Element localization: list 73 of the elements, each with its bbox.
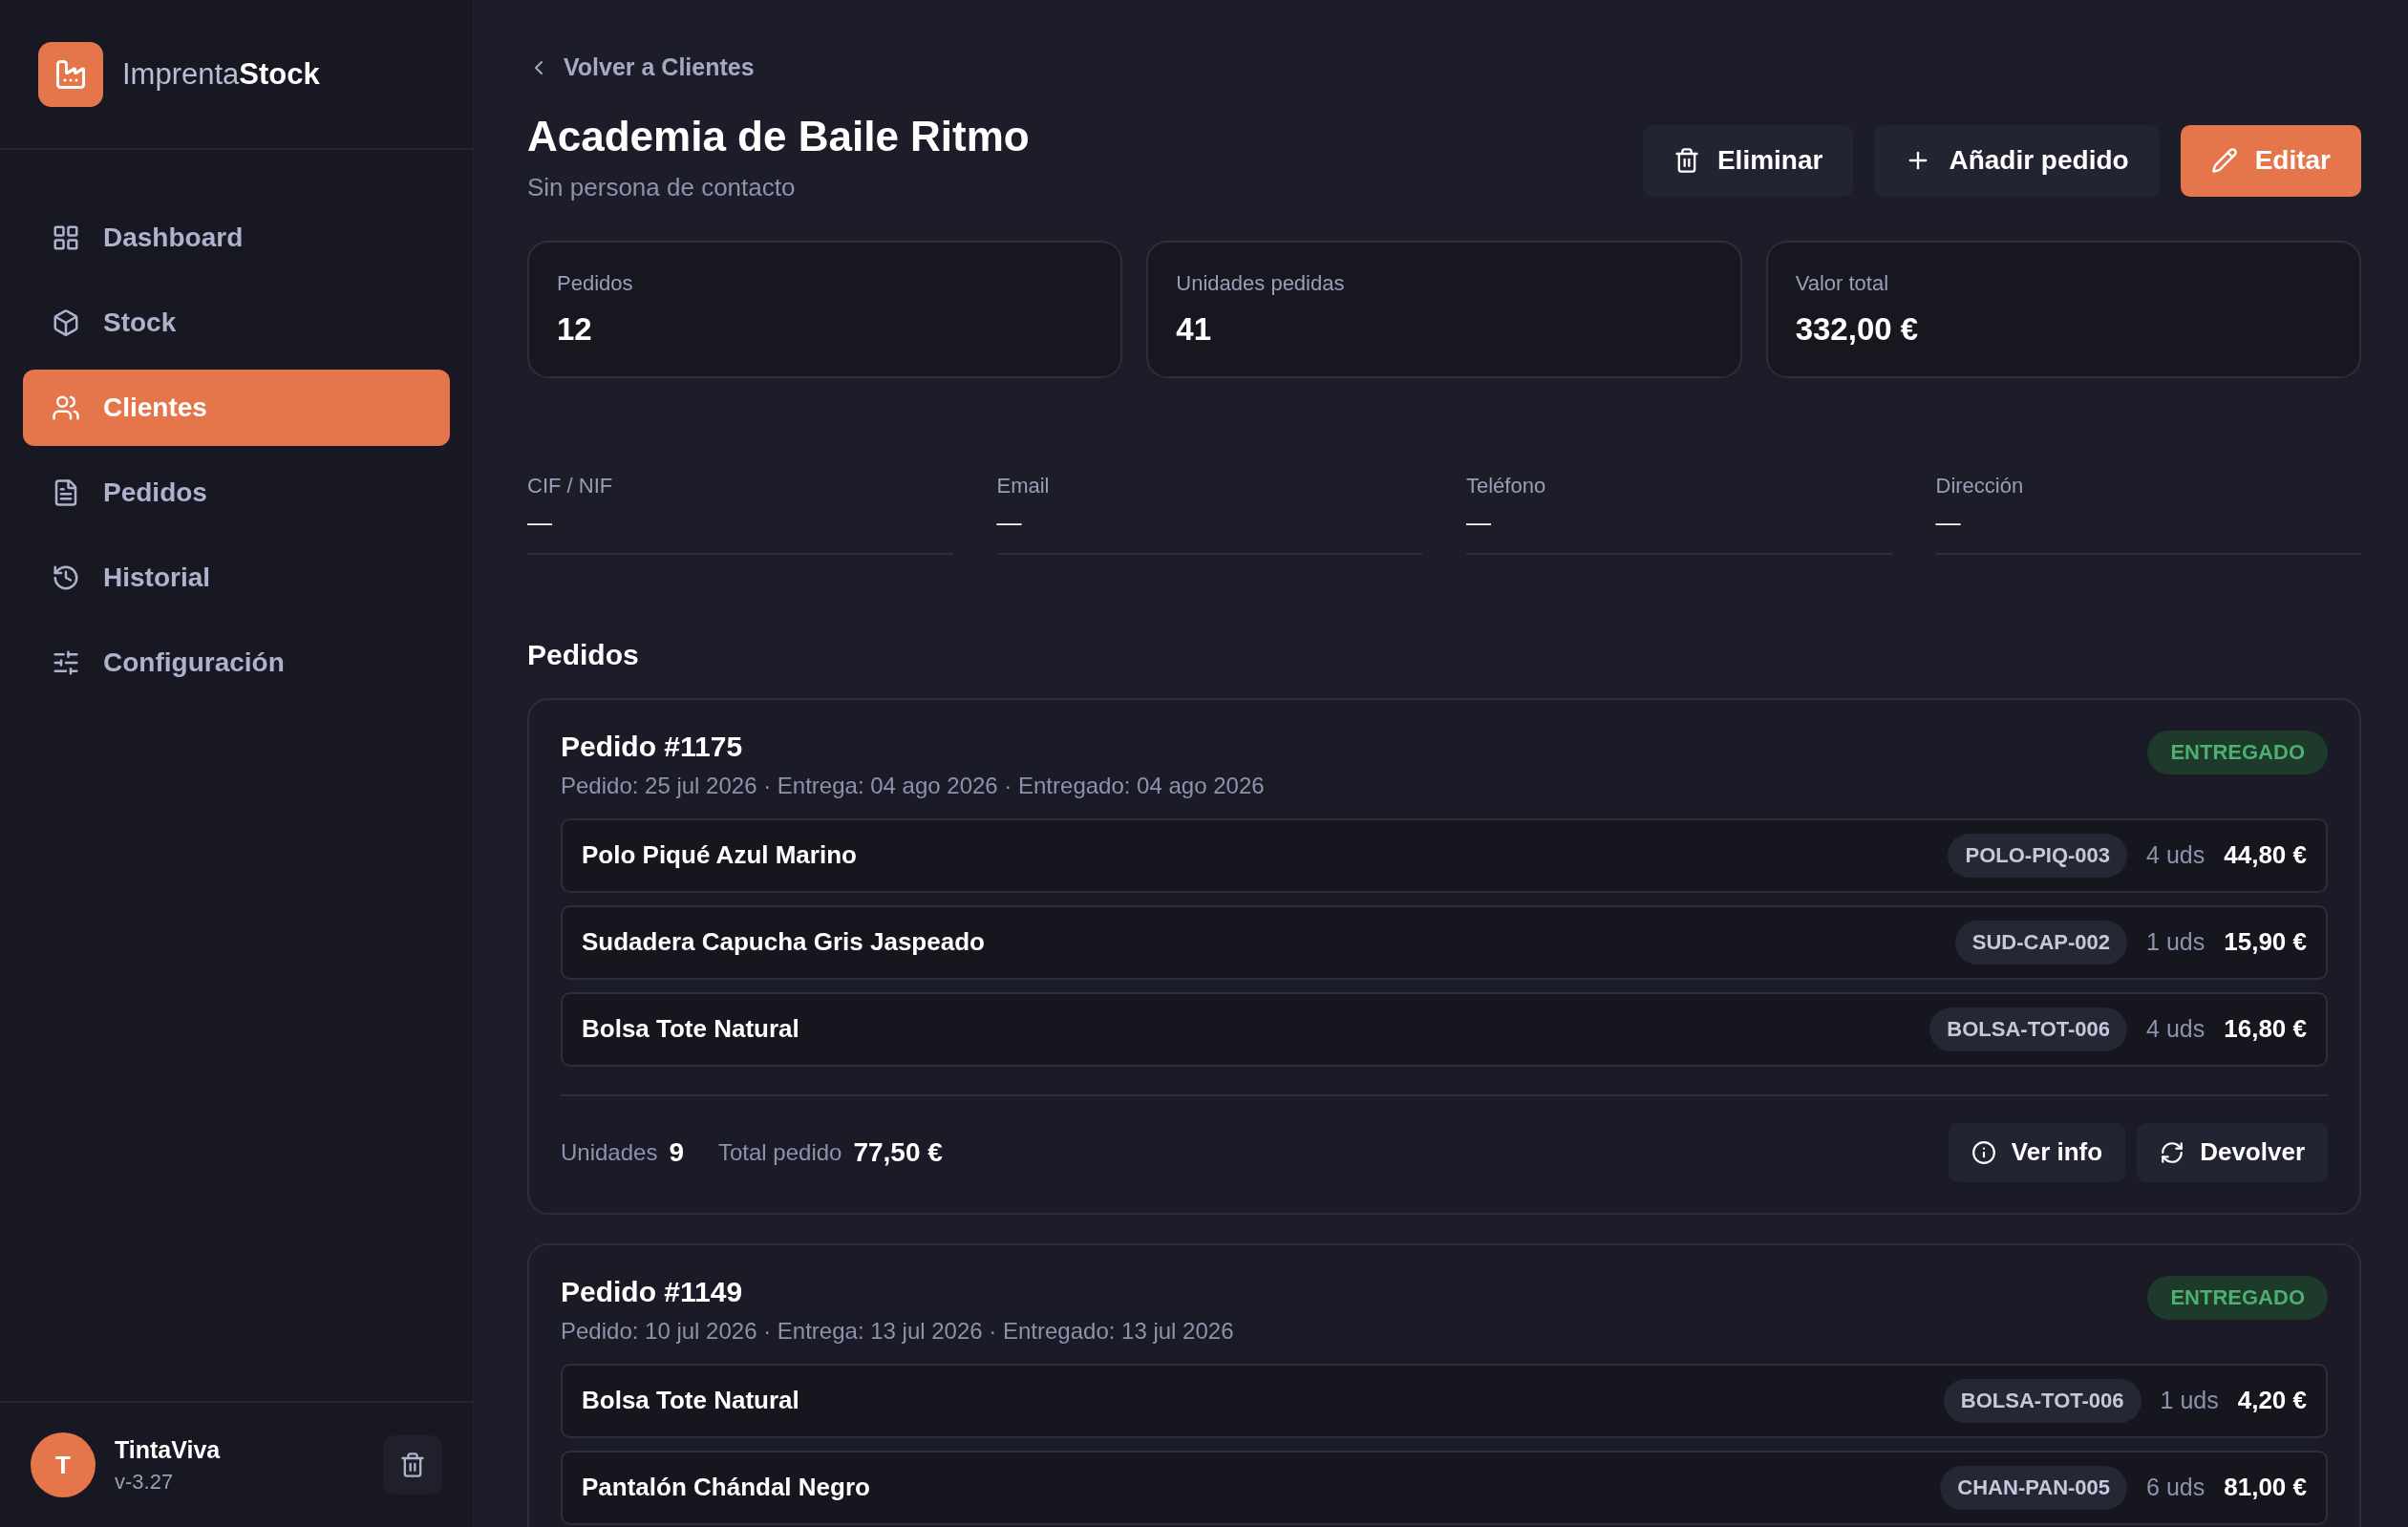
sku-tag: BOLSA-TOT-006 [1929, 1007, 2128, 1051]
pencil-icon [2210, 147, 2238, 174]
field-value: — [1466, 507, 1492, 538]
total-label: Total pedido [718, 1138, 842, 1166]
stat-label: Valor total [1795, 270, 1890, 296]
order-dates: Pedido: 10 jul 2026 · Entrega: 13 jul 2026 · Entregado: 13 jul 2026 [561, 1317, 1234, 1345]
back-link[interactable]: Volver a Clientes [527, 53, 755, 81]
action-button[interactable]: Eliminar [1642, 124, 1854, 197]
product-name: Bolsa Tote Natural [582, 1014, 799, 1044]
stat-label: Unidades pedidas [1176, 270, 1346, 296]
users-icon [52, 393, 80, 422]
sku-tag: POLO-PIQ-003 [1948, 833, 2128, 878]
grid-icon [52, 223, 80, 252]
sidebar-item[interactable]: Stock [23, 285, 450, 361]
line-price: 81,00 € [2224, 1473, 2307, 1502]
contact-person: Sin persona de contacto [527, 172, 797, 202]
field-label: Email [996, 473, 1051, 498]
quantity: 4 uds [2146, 1015, 2206, 1043]
product-name: Sudadera Capucha Gris Jaspeado [582, 927, 985, 957]
app-version: v-3.27 [115, 1469, 175, 1495]
trash-icon [1673, 147, 1700, 174]
sidebar-item[interactable]: Historial [23, 540, 450, 616]
cube-icon [52, 308, 80, 337]
product-name: Pantalón Chándal Negro [582, 1473, 870, 1502]
units-value: 9 [669, 1136, 684, 1168]
field-label: Teléfono [1466, 473, 1547, 498]
quantity: 1 uds [2146, 928, 2206, 956]
quantity: 4 uds [2146, 841, 2206, 869]
info-icon [1971, 1139, 1996, 1165]
sku-tag: CHAN-PAN-005 [1940, 1465, 2128, 1510]
order-action-button[interactable]: Devolver [2137, 1122, 2328, 1182]
line-price: 16,80 € [2224, 1014, 2307, 1044]
line-price: 44,80 € [2224, 840, 2307, 870]
line-price: 15,90 € [2224, 927, 2307, 957]
section-heading: Pedidos [527, 638, 640, 671]
field-label: Dirección [1935, 473, 2025, 498]
action-button[interactable]: Añadir pedido [1874, 124, 2160, 197]
status-badge: ENTREGADO [2147, 730, 2328, 774]
total-value: 77,50 € [853, 1136, 943, 1168]
product-name: Bolsa Tote Natural [582, 1386, 799, 1415]
sku-tag: SUD-CAP-002 [1954, 920, 2128, 965]
status-badge: ENTREGADO [2147, 1275, 2328, 1320]
trash-icon [399, 1452, 426, 1478]
history-icon [52, 563, 80, 592]
order-title: Pedido #1175 [561, 730, 744, 763]
delete-button[interactable] [383, 1435, 442, 1495]
field-value: — [1935, 507, 1962, 538]
field-label: CIF / NIF [527, 473, 614, 498]
line-price: 4,20 € [2237, 1386, 2307, 1415]
brand-name: ImprentaStock [122, 56, 320, 93]
stat-value: 12 [557, 310, 593, 348]
order-action-button[interactable]: Ver info [1948, 1122, 2126, 1182]
field-value: — [527, 507, 553, 538]
sidebar-item[interactable]: Configuración [23, 625, 450, 701]
units-label: Unidades [561, 1138, 658, 1166]
field-value: — [996, 507, 1023, 538]
refresh-icon [2160, 1139, 2185, 1165]
sidebar-item[interactable]: Pedidos [23, 455, 450, 531]
quantity: 1 uds [2160, 1387, 2219, 1414]
logo-icon [38, 42, 103, 107]
user-name: TintaViva [115, 1435, 221, 1464]
quantity: 6 uds [2146, 1474, 2206, 1501]
client-name: Academia de Baile Ritmo [527, 111, 1030, 161]
user-avatar: T [31, 1432, 96, 1497]
sidebar-item[interactable]: Dashboard [23, 200, 450, 276]
stat-value: 41 [1176, 310, 1213, 348]
sliders-icon [52, 648, 80, 677]
order-dates: Pedido: 25 jul 2026 · Entrega: 04 ago 2026 · Entregado: 04 ago 2026 [561, 772, 1265, 799]
order-title: Pedido #1149 [561, 1275, 744, 1308]
sku-tag: BOLSA-TOT-006 [1943, 1378, 2142, 1423]
stat-value: 332,00 € [1795, 310, 1920, 348]
stat-label: Pedidos [557, 270, 634, 296]
product-name: Polo Piqué Azul Marino [582, 840, 857, 870]
